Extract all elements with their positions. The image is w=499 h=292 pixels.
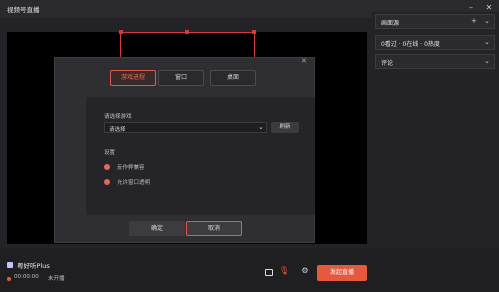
- preview-frame: [120, 32, 255, 60]
- tab-window[interactable]: 窗口: [158, 70, 204, 86]
- stats-row[interactable]: 0看过 · 0在线 · 0热度 ⌄: [375, 35, 495, 50]
- cancel-button[interactable]: 取消: [186, 221, 242, 236]
- lock-icon[interactable]: [265, 269, 273, 276]
- tab-desktop[interactable]: 桌面: [210, 70, 256, 86]
- settings-icon[interactable]: ⚙: [300, 266, 310, 276]
- account-name: 粤好听Plus: [17, 262, 50, 270]
- chevron-down-icon: ⌄: [258, 123, 264, 131]
- scene-source-row[interactable]: 画面源 + ⌄: [375, 14, 495, 29]
- select-placeholder: 请选择: [109, 127, 126, 133]
- refresh-button[interactable]: 刷新: [271, 122, 299, 133]
- settings-label: 设置: [104, 150, 116, 156]
- frame-handle[interactable]: [119, 30, 123, 34]
- go-live-button[interactable]: 发起直播: [317, 265, 367, 281]
- confirm-button[interactable]: 确定: [129, 221, 185, 236]
- anti-cheat-label: 反作弊兼容: [117, 165, 145, 171]
- frame-handle[interactable]: [185, 30, 189, 34]
- chevron-down-icon[interactable]: ⌄: [484, 17, 490, 25]
- transparent-window-label: 允许窗口透明: [117, 180, 151, 186]
- tab-game-process[interactable]: 游戏进程: [110, 70, 156, 86]
- add-icon[interactable]: +: [471, 17, 477, 25]
- app-title: 视频号直播: [7, 6, 40, 14]
- live-timer: 00:00:00: [14, 274, 39, 280]
- scene-source-label: 画面源: [381, 20, 400, 27]
- live-status-text: 未开播: [48, 276, 65, 282]
- game-select[interactable]: 请选择 ⌄: [104, 122, 267, 133]
- dialog-close-icon[interactable]: ✕: [301, 57, 307, 65]
- chevron-down-icon[interactable]: ⌄: [484, 38, 490, 46]
- select-game-label: 请选择游戏: [104, 114, 132, 120]
- avatar: [7, 262, 13, 268]
- frame-handle[interactable]: [252, 30, 256, 34]
- comments-row[interactable]: 评论 ⌄: [375, 54, 495, 69]
- stats-label: 0看过 · 0在线 · 0热度: [381, 41, 440, 48]
- transparent-window-radio[interactable]: [104, 179, 110, 185]
- anti-cheat-radio[interactable]: [104, 164, 110, 170]
- live-status-dot: [7, 277, 11, 281]
- mic-muted-icon[interactable]: 🎙: [279, 266, 289, 276]
- chevron-down-icon[interactable]: ⌄: [484, 57, 490, 65]
- bottom-bar: [0, 248, 499, 292]
- comments-label: 评论: [381, 60, 394, 67]
